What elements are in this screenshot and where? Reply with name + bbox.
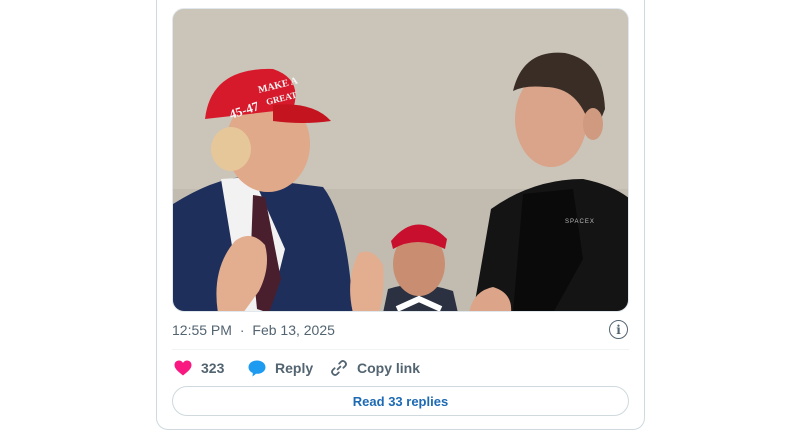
read-replies-button[interactable]: Read 33 replies xyxy=(172,386,629,416)
speech-bubble-icon xyxy=(248,360,266,376)
info-icon[interactable]: i xyxy=(609,320,628,339)
reply-label: Reply xyxy=(275,360,314,376)
reply-button[interactable]: Reply xyxy=(248,356,313,380)
photo-illustration: 45-47 MAKE A GREAT SPACEX xyxy=(173,9,628,311)
tweet-actions: 323 Reply Copy link xyxy=(172,356,629,380)
read-replies-label: Read 33 replies xyxy=(352,393,449,409)
divider xyxy=(172,349,629,350)
like-button[interactable]: 323 xyxy=(174,356,224,380)
link-icon xyxy=(331,360,347,376)
copy-link-label: Copy link xyxy=(357,360,421,376)
tweet-timestamp[interactable]: 12:55 PM · Feb 13, 2025 xyxy=(172,321,335,339)
timestamp-separator: · xyxy=(239,322,245,338)
heart-icon xyxy=(174,360,192,376)
tweet-date: Feb 13, 2025 xyxy=(252,322,335,338)
copy-link-button[interactable]: Copy link xyxy=(330,356,420,380)
shirt-logo-text: SPACEX xyxy=(565,219,595,225)
tweet-time: 12:55 PM xyxy=(172,322,232,338)
tweet-photo[interactable]: 45-47 MAKE A GREAT SPACEX xyxy=(172,8,629,312)
like-count: 323 xyxy=(201,360,225,376)
